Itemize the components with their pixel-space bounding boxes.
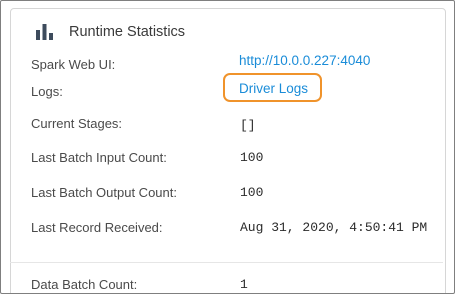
current-stages-value: [] <box>240 118 256 133</box>
row-spark-web-ui: Spark Web UI: http://10.0.0.227:4040 <box>0 52 455 74</box>
row-logs: Logs: Driver Logs <box>0 80 455 102</box>
spark-web-ui-link[interactable]: http://10.0.0.227:4040 <box>239 52 370 70</box>
row-last-batch-input-count: Last Batch Input Count: 100 <box>0 148 455 170</box>
data-batch-count-value: 1 <box>240 277 248 292</box>
last-record-received-value: Aug 31, 2020, 4:50:41 PM <box>240 220 428 235</box>
section-divider <box>10 262 443 263</box>
last-record-received-label: Last Record Received: <box>31 220 163 235</box>
last-batch-output-count-value: 100 <box>240 185 264 200</box>
data-batch-count-label: Data Batch Count: <box>31 277 138 292</box>
logs-label: Logs: <box>31 84 63 99</box>
panel-title: Runtime Statistics <box>69 24 186 40</box>
current-stages-label: Current Stages: <box>31 116 123 131</box>
panel-header: Runtime Statistics <box>36 24 185 40</box>
last-batch-input-count-label: Last Batch Input Count: <box>31 150 167 165</box>
last-batch-output-count-label: Last Batch Output Count: <box>31 185 177 200</box>
row-current-stages: Current Stages: [] <box>0 114 455 136</box>
row-last-record-received: Last Record Received: Aug 31, 2020, 4:50… <box>0 218 455 262</box>
spark-web-ui-label: Spark Web UI: <box>31 57 116 72</box>
bar-chart-icon <box>36 24 53 40</box>
driver-logs-link[interactable]: Driver Logs <box>239 80 308 98</box>
row-last-batch-output-count: Last Batch Output Count: 100 <box>0 183 455 205</box>
last-batch-input-count-value: 100 <box>240 150 264 165</box>
